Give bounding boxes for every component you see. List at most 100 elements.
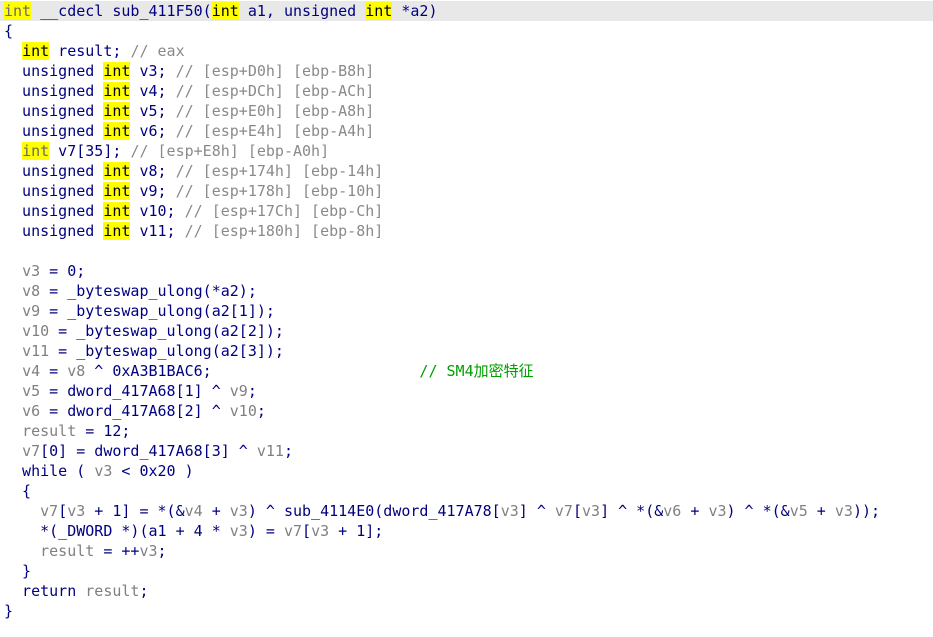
comment-token: // [esp+E0h] [ebp-A8h] bbox=[175, 102, 375, 120]
code-token: v7[35]; bbox=[49, 142, 131, 160]
code-token: *(_DWORD *)(a1 + 4 * bbox=[4, 522, 230, 540]
code-line[interactable]: v9 = _byteswap_ulong(a2[1]); bbox=[4, 301, 275, 321]
variable-token: v3 bbox=[94, 462, 113, 480]
pseudocode-view[interactable]: int __cdecl sub_411F50(int a1, unsigned … bbox=[0, 0, 933, 637]
code-text: } bbox=[4, 562, 31, 580]
code-token: ) ^ sub_4114E0(dword_417A78[ bbox=[247, 502, 501, 520]
code-token: ; bbox=[283, 442, 293, 460]
code-token: { bbox=[4, 482, 32, 500]
keyword-token: int bbox=[211, 2, 239, 20]
variable-token: v7 bbox=[40, 502, 59, 520]
code-text: { bbox=[4, 22, 13, 40]
code-line[interactable]: *(_DWORD *)(a1 + 4 * v3) = v7[v3 + 1]; bbox=[4, 521, 383, 541]
code-token: unsigned bbox=[4, 62, 104, 80]
code-line[interactable]: unsigned int v11; // [esp+180h] [ebp-8h] bbox=[4, 221, 383, 241]
code-text: v8 = _byteswap_ulong(*a2); bbox=[4, 282, 257, 300]
code-token: [ bbox=[572, 502, 582, 520]
code-line-current[interactable]: int __cdecl sub_411F50(int a1, unsigned … bbox=[0, 1, 933, 21]
code-token: )); bbox=[852, 502, 881, 520]
keyword-token: int bbox=[103, 222, 131, 240]
code-text: int __cdecl sub_411F50(int a1, unsigned … bbox=[0, 2, 438, 20]
code-token: + bbox=[681, 502, 709, 520]
code-line[interactable]: { bbox=[4, 481, 31, 501]
code-line[interactable]: v5 = dword_417A68[1] ^ v9; bbox=[4, 381, 257, 401]
code-line[interactable]: } bbox=[4, 561, 31, 581]
code-token: = 0; bbox=[40, 262, 86, 280]
code-text: unsigned int v3; // [esp+D0h] [ebp-B8h] bbox=[4, 62, 374, 80]
code-token: v11; bbox=[130, 222, 185, 240]
code-token: v10; bbox=[130, 202, 185, 220]
code-text: unsigned int v8; // [esp+174h] [ebp-14h] bbox=[4, 162, 383, 180]
comment-token: // [esp+E4h] [ebp-A4h] bbox=[175, 122, 375, 140]
code-line[interactable]: v3 = 0; bbox=[4, 261, 85, 281]
code-text: v7[0] = dword_417A68[3] ^ v11; bbox=[4, 442, 293, 460]
code-line[interactable]: unsigned int v10; // [esp+17Ch] [ebp-Ch] bbox=[4, 201, 383, 221]
code-line[interactable]: result = 12; bbox=[4, 421, 130, 441]
code-line[interactable]: result = ++v3; bbox=[4, 541, 166, 561]
variable-token: v3 bbox=[67, 502, 86, 520]
code-token: unsigned bbox=[4, 102, 104, 120]
code-token: ; bbox=[247, 382, 257, 400]
code-text: v6 = dword_417A68[2] ^ v10; bbox=[4, 402, 266, 420]
code-line[interactable]: v6 = dword_417A68[2] ^ v10; bbox=[4, 401, 266, 421]
variable-token: v3 bbox=[139, 542, 158, 560]
variable-token: v11 bbox=[22, 342, 50, 360]
code-line[interactable]: unsigned int v3; // [esp+D0h] [ebp-B8h] bbox=[4, 61, 374, 81]
code-token: < 0x20 ) bbox=[112, 462, 194, 480]
code-line[interactable]: unsigned int v4; // [esp+DCh] [ebp-ACh] bbox=[4, 81, 374, 101]
variable-token: v4 bbox=[184, 502, 203, 520]
variable-token: v7 bbox=[22, 442, 41, 460]
variable-token: v10 bbox=[229, 402, 257, 420]
code-line[interactable]: { bbox=[4, 21, 13, 41]
code-token: return bbox=[4, 582, 86, 600]
code-text: unsigned int v5; // [esp+E0h] [ebp-A8h] bbox=[4, 102, 374, 120]
code-token: = dword_417A68[1] ^ bbox=[40, 382, 230, 400]
code-line[interactable]: unsigned int v8; // [esp+174h] [ebp-14h] bbox=[4, 161, 383, 181]
code-line[interactable]: v8 = _byteswap_ulong(*a2); bbox=[4, 281, 257, 301]
variable-token: v3 bbox=[708, 502, 727, 520]
code-line[interactable]: } bbox=[4, 601, 13, 621]
variable-token: v3 bbox=[311, 522, 330, 540]
code-line[interactable]: unsigned int v5; // [esp+E0h] [ebp-A8h] bbox=[4, 101, 374, 121]
code-token: v5; bbox=[130, 102, 176, 120]
comment-token: // SM4加密特征 bbox=[419, 362, 534, 380]
variable-token: v3 bbox=[582, 502, 601, 520]
keyword-token: int bbox=[365, 2, 393, 20]
code-token: ] ^ bbox=[518, 502, 555, 520]
code-line[interactable]: v4 = v8 ^ 0xA3B1BAC6; // SM4加密特征 bbox=[4, 361, 534, 381]
comment-token: // eax bbox=[130, 42, 185, 60]
code-token: ; bbox=[256, 402, 266, 420]
code-token: = dword_417A68[2] ^ bbox=[40, 402, 230, 420]
code-text: result = 12; bbox=[4, 422, 130, 440]
code-line[interactable]: v7[0] = dword_417A68[3] ^ v11; bbox=[4, 441, 293, 461]
code-text: int result; // eax bbox=[4, 42, 185, 60]
code-line[interactable]: v7[v3 + 1] = *(&v4 + v3) ^ sub_4114E0(dw… bbox=[4, 501, 880, 521]
comment-token: // [esp+178h] [ebp-10h] bbox=[175, 182, 384, 200]
code-line[interactable]: return result; bbox=[4, 581, 148, 601]
variable-token: v6 bbox=[663, 502, 682, 520]
code-text: return result; bbox=[4, 582, 148, 600]
code-token: = 12; bbox=[76, 422, 131, 440]
code-line[interactable]: int result; // eax bbox=[4, 41, 185, 61]
code-token: ] ^ *(& bbox=[600, 502, 664, 520]
code-line[interactable]: while ( v3 < 0x20 ) bbox=[4, 461, 194, 481]
code-line[interactable]: v10 = _byteswap_ulong(a2[2]); bbox=[4, 321, 284, 341]
code-line[interactable]: v11 = _byteswap_ulong(a2[3]); bbox=[4, 341, 284, 361]
code-line[interactable]: unsigned int v6; // [esp+E4h] [ebp-A4h] bbox=[4, 121, 374, 141]
code-token: result; bbox=[49, 42, 131, 60]
variable-token: v7 bbox=[283, 522, 303, 540]
code-text: v9 = _byteswap_ulong(a2[1]); bbox=[4, 302, 275, 320]
code-token: unsigned bbox=[4, 202, 104, 220]
variable-token: result bbox=[85, 582, 140, 600]
variable-token: v3 bbox=[229, 502, 248, 520]
code-line[interactable]: int v7[35]; // [esp+E8h] [ebp-A0h] bbox=[4, 141, 329, 161]
code-token: } bbox=[4, 562, 32, 580]
code-token: = bbox=[40, 362, 68, 380]
keyword-token: int bbox=[103, 82, 131, 100]
code-line[interactable]: unsigned int v9; // [esp+178h] [ebp-10h] bbox=[4, 181, 383, 201]
variable-token: v10 bbox=[22, 322, 50, 340]
code-token: v9; bbox=[130, 182, 176, 200]
code-token: ) = bbox=[247, 522, 284, 540]
